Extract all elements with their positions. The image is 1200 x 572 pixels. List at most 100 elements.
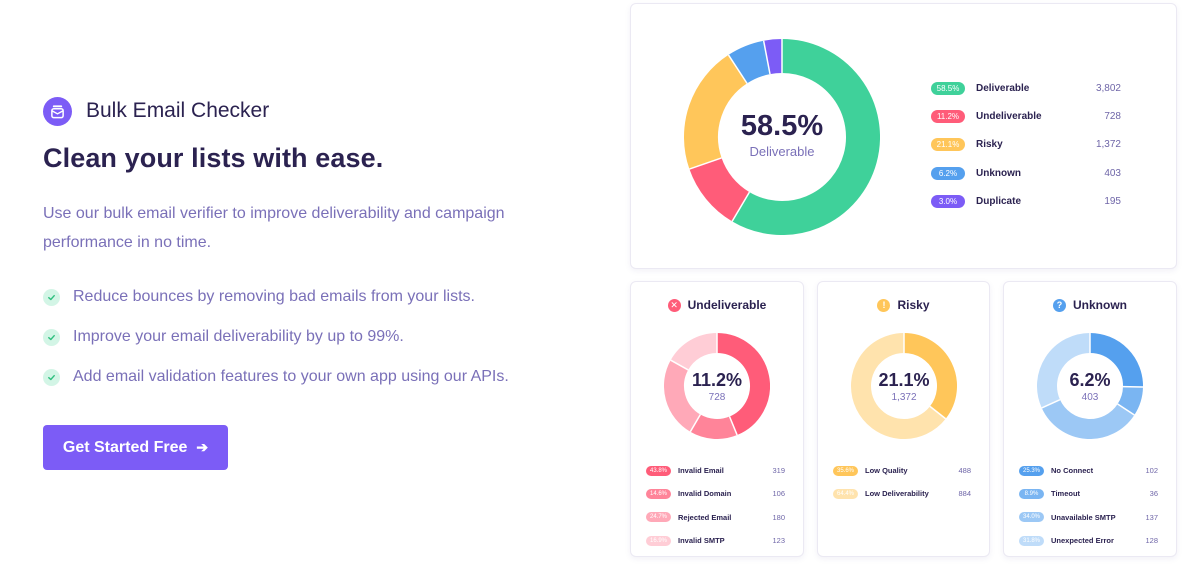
legend-count: 106 [772,489,785,499]
legend-item-unknown: 6.2% Unknown 403 [931,159,1121,187]
center-label: Deliverable [749,143,815,159]
legend-item-undeliverable: 11.2% Undeliverable 728 [931,102,1121,130]
legend-count: 195 [1104,195,1121,207]
legend-count: 884 [958,489,971,499]
legend-label: Low Deliverability [865,489,929,499]
legend-count: 102 [1145,466,1158,476]
percent-badge: 43.8% [646,465,671,476]
undeliverable-card: ✕ Undeliverable 11.2% 728 43.8% Invalid E… [630,281,804,557]
results-overview-card: 58.5% Deliverable 58.5% Deliverable 3,802 1… [630,3,1177,269]
legend-count: 488 [958,466,971,476]
legend-item-risky: 21.1% Risky 1,372 [931,131,1121,159]
exclamation-circle-icon: ! [877,298,891,312]
legend-label: Risky [976,139,1003,151]
card-title-text: Risky [897,298,930,312]
legend-count: 3,802 [1095,82,1121,94]
legend-item-duplicate: 3.0% Duplicate 195 [931,187,1121,215]
legend-count: 137 [1145,512,1158,522]
percent-badge: 64.4% [833,488,858,499]
feature-text: Add email validation features to your ow… [73,368,509,385]
unknown-legend: 25.3% No Connect 102 8.9% Timeout 36 34.0% Unav… [1019,459,1158,552]
center-label: 728 [708,391,726,403]
legend-label: Invalid SMTP [678,536,725,546]
overview-legend: 58.5% Deliverable 3,802 11.2% Undeliverable 7… [931,74,1121,215]
x-circle-icon: ✕ [667,298,681,312]
card-title-text: Undeliverable [687,298,767,312]
legend-item-invalid-email: 43.8% Invalid Email 319 [646,459,785,482]
legend-item-low-quality: 35.6% Low Quality 488 [833,459,971,482]
legend-label: Undeliverable [976,110,1042,122]
legend-count: 180 [772,512,785,522]
check-icon [43,288,60,306]
percent-badge: 24.7% [646,512,671,523]
percent-badge: 16.9% [646,535,671,546]
legend-item-invalid-smtp: 16.9% Invalid SMTP 123 [646,529,785,552]
get-started-button[interactable]: Get Started Free ➔ [43,425,228,470]
feature-list: Reduce bounces by removing bad emails fr… [43,277,603,397]
percent-badge: 31.8% [1019,535,1044,546]
donut-center: 6.2% 403 [1037,333,1143,439]
question-circle-icon: ? [1053,298,1066,312]
center-value: 6.2% [1069,369,1111,390]
legend-label: Invalid Domain [678,489,732,499]
percent-badge: 21.1% [931,138,965,152]
risky-legend: 35.6% Low Quality 488 64.4% Low Deliverabili… [833,459,971,506]
card-title: ✕ Undeliverable [631,298,803,312]
legend-item-timeout: 8.9% Timeout 36 [1019,482,1158,505]
percent-badge: 35.6% [833,465,858,476]
undeliverable-legend: 43.8% Invalid Email 319 14.6% Invalid Domain… [646,459,785,552]
legend-label: Duplicate [976,195,1022,207]
legend-label: Rejected Email [678,512,732,522]
legend-count: 403 [1104,167,1121,179]
legend-item-rejected-email: 24.7% Rejected Email 180 [646,506,785,529]
legend-item-no-connect: 25.3% No Connect 102 [1019,459,1158,482]
percent-badge: 14.6% [646,488,671,499]
feature-text: Reduce bounces by removing bad emails fr… [73,288,475,305]
percent-badge: 11.2% [931,109,965,123]
percent-badge: 58.5% [931,81,965,95]
risky-card: ! Risky 21.1% 1,372 35.6% Low Quality 488 6… [817,281,990,557]
percent-badge: 34.0% [1019,512,1044,523]
legend-label: Unavailable SMTP [1051,512,1116,522]
feature-text: Improve your email deliverability by up … [73,328,404,345]
card-title: ? Unknown [1004,298,1176,312]
card-title-text: Unknown [1073,298,1127,312]
legend-item-unavailable-smtp: 34.0% Unavailable SMTP 137 [1019,506,1158,529]
center-value: 11.2% [691,369,743,390]
description: Use our bulk email verifier to improve d… [43,205,505,251]
page-title: Clean your lists with ease. [43,143,384,173]
legend-count: 123 [772,536,785,546]
center-label: 1,372 [891,391,917,403]
legend-count: 128 [1145,536,1158,546]
legend-label: Unknown [976,167,1021,179]
donut-center: 21.1% 1,372 [851,333,957,439]
legend-item-low-deliverability: 64.4% Low Deliverability 884 [833,482,971,505]
legend-count: 319 [772,466,785,476]
legend-label: Unexpected Error [1051,536,1114,546]
check-icon [43,328,60,346]
legend-label: Timeout [1051,489,1081,499]
legend-label: Deliverable [976,82,1030,94]
percent-badge: 6.2% [931,166,965,180]
get-started-label: Get Started Free [62,438,188,456]
mailbox-icon [43,96,72,126]
donut-center: 11.2% 728 [664,333,770,439]
feature-item: Improve your email deliverability by up … [43,317,603,357]
legend-count: 728 [1104,110,1121,122]
check-icon [43,368,60,386]
hero-section: Bulk Email Checker Clean your lists with… [43,96,603,470]
card-title: ! Risky [818,298,989,312]
feature-item: Add email validation features to your ow… [43,357,603,397]
legend-label: Low Quality [865,466,908,476]
legend-label: Invalid Email [678,466,724,476]
percent-badge: 8.9% [1019,488,1044,499]
unknown-card: ? Unknown 6.2% 403 25.3% No Connect 102 8.9… [1003,281,1177,557]
legend-label: No Connect [1051,466,1094,476]
brand-label: Bulk Email Checker [86,99,270,122]
donut-center: 58.5% Deliverable [684,39,880,235]
percent-badge: 25.3% [1019,465,1044,476]
percent-badge: 3.0% [931,194,965,208]
arrow-right-icon: ➔ [196,439,209,455]
brand: Bulk Email Checker [43,96,603,126]
legend-item-unexpected-error: 31.8% Unexpected Error 128 [1019,529,1158,552]
